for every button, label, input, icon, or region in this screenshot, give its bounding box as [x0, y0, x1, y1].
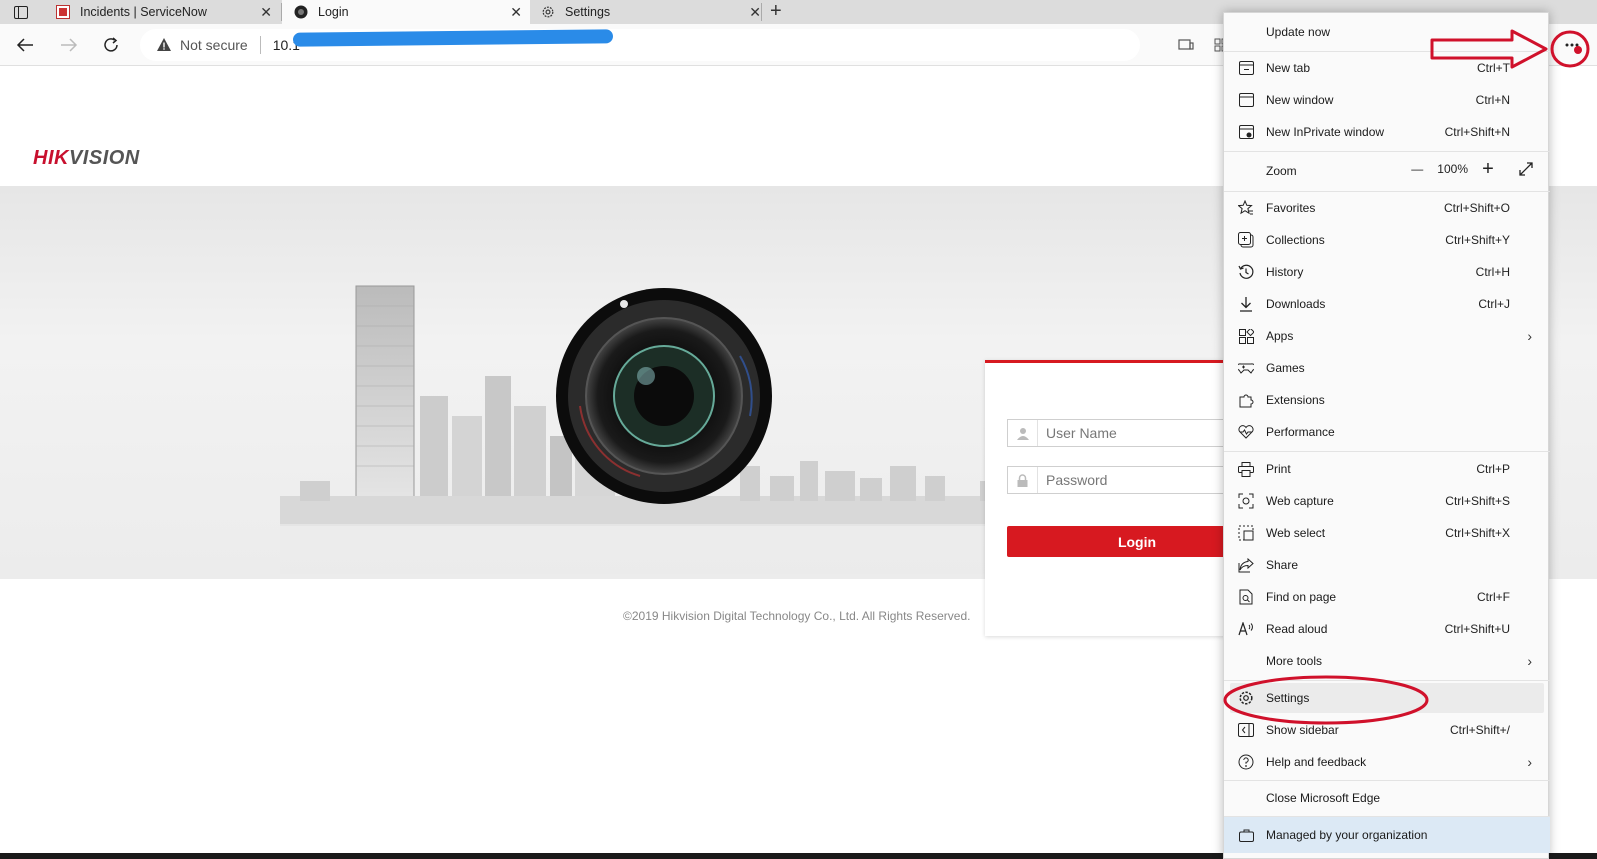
capture-icon [1238, 493, 1254, 509]
hikvision-logo: HIKVISION [33, 147, 140, 169]
printer-icon [1238, 461, 1254, 477]
window-icon [1238, 92, 1254, 108]
zoom-out-button[interactable]: — [1407, 159, 1427, 179]
tab-actions-icon[interactable] [8, 3, 34, 21]
games-icon [1238, 360, 1254, 376]
tab-login[interactable]: Login ✕ [282, 0, 530, 24]
menu-new-inprivate-window[interactable]: New InPrivate window Ctrl+Shift+N [1224, 117, 1550, 147]
username-placeholder: User Name [1046, 425, 1117, 441]
security-label[interactable]: Not secure [180, 37, 248, 53]
menu-divider [1224, 151, 1550, 152]
find-icon [1238, 589, 1254, 605]
close-tab-icon[interactable]: ✕ [260, 4, 272, 20]
back-button[interactable] [14, 34, 36, 56]
read-aloud-icon [1238, 621, 1254, 637]
omnibox-divider [259, 36, 261, 54]
menu-favorites[interactable]: Favorites Ctrl+Shift+O [1224, 193, 1550, 223]
tab-title: Incidents | ServiceNow [80, 5, 207, 19]
close-tab-icon[interactable]: ✕ [749, 4, 761, 20]
menu-divider [1224, 780, 1550, 781]
menu-new-window[interactable]: New window Ctrl+N [1224, 85, 1550, 115]
apps-icon [1238, 328, 1254, 344]
tab-divider [761, 3, 762, 21]
menu-managed-by-organization[interactable]: Managed by your organization [1224, 817, 1550, 853]
camera-favicon-icon [294, 5, 308, 19]
menu-read-aloud[interactable]: Read aloud Ctrl+Shift+U [1224, 614, 1550, 644]
new-tab-icon [1238, 60, 1254, 76]
menu-apps[interactable]: Apps › [1224, 321, 1550, 351]
chevron-right-icon: › [1527, 653, 1532, 669]
menu-extensions[interactable]: Extensions [1224, 385, 1550, 415]
menu-settings[interactable]: Settings [1230, 683, 1544, 713]
settings-and-more-button[interactable] [1559, 32, 1585, 58]
menu-find-on-page[interactable]: Find on page Ctrl+F [1224, 582, 1550, 612]
gear-icon [1238, 690, 1254, 706]
star-icon [1238, 200, 1254, 216]
tab-settings[interactable]: Settings ✕ [531, 0, 769, 24]
edge-settings-menu: Update now New tab Ctrl+T New window Ctrl+… [1223, 12, 1550, 859]
chevron-right-icon: › [1527, 754, 1532, 770]
servicenow-favicon-icon [56, 5, 70, 19]
read-mode-icon[interactable] [1178, 38, 1194, 52]
menu-web-select[interactable]: Web select Ctrl+Shift+X [1224, 518, 1550, 548]
inprivate-icon [1238, 124, 1254, 140]
menu-share[interactable]: Share [1224, 550, 1550, 580]
close-tab-icon[interactable]: ✕ [510, 4, 522, 20]
menu-collections[interactable]: Collections Ctrl+Shift+Y [1224, 225, 1550, 255]
zoom-in-button[interactable]: + [1478, 158, 1498, 180]
lock-icon [1008, 467, 1038, 493]
history-icon [1238, 264, 1254, 280]
menu-more-tools[interactable]: More tools › [1224, 646, 1550, 676]
menu-divider [1224, 191, 1550, 192]
menu-web-capture[interactable]: Web capture Ctrl+Shift+S [1224, 486, 1550, 516]
menu-performance[interactable]: Performance [1224, 417, 1550, 447]
menu-games[interactable]: Games [1224, 353, 1550, 383]
gear-icon [541, 5, 555, 19]
menu-downloads[interactable]: Downloads Ctrl+J [1224, 289, 1550, 319]
collections-icon [1238, 232, 1254, 248]
heart-pulse-icon [1238, 424, 1254, 440]
menu-show-sidebar[interactable]: Show sidebar Ctrl+Shift+/ [1224, 715, 1550, 745]
fullscreen-icon[interactable] [1516, 159, 1536, 179]
menu-help-and-feedback[interactable]: Help and feedback › [1224, 747, 1550, 777]
password-placeholder: Password [1046, 472, 1108, 488]
menu-update-now[interactable]: Update now [1224, 17, 1550, 47]
menu-zoom: Zoom — 100% + [1224, 154, 1550, 188]
zoom-controls: — 100% + [1407, 158, 1536, 180]
menu-divider [1224, 51, 1550, 52]
warning-icon[interactable] [156, 37, 172, 53]
help-icon [1238, 754, 1254, 770]
menu-divider [1224, 451, 1550, 452]
menu-close-edge[interactable]: Close Microsoft Edge [1224, 783, 1550, 813]
share-icon [1238, 557, 1254, 573]
address-bar[interactable]: Not secure 10.1 [140, 29, 1140, 61]
user-icon [1008, 420, 1038, 446]
download-icon [1238, 296, 1254, 312]
menu-divider [1224, 680, 1550, 681]
zoom-value: 100% [1437, 162, 1468, 176]
chevron-right-icon: › [1527, 328, 1532, 344]
forward-button[interactable] [58, 34, 80, 56]
menu-new-tab[interactable]: New tab Ctrl+T [1224, 53, 1550, 83]
briefcase-icon [1238, 827, 1254, 843]
url-text[interactable]: 10.1 [273, 29, 613, 53]
redaction-mark [292, 29, 613, 47]
sidebar-icon [1238, 722, 1254, 738]
tab-title: Settings [565, 5, 611, 19]
menu-print[interactable]: Print Ctrl+P [1224, 454, 1550, 484]
puzzle-icon [1238, 392, 1254, 408]
tab-servicenow[interactable]: Incidents | ServiceNow ✕ [44, 0, 280, 24]
select-icon [1238, 525, 1254, 541]
new-tab-button[interactable]: + [770, 1, 782, 21]
update-badge-icon [1574, 46, 1582, 54]
refresh-button[interactable] [100, 34, 122, 56]
menu-history[interactable]: History Ctrl+H [1224, 257, 1550, 287]
tab-title: Login [318, 5, 349, 19]
